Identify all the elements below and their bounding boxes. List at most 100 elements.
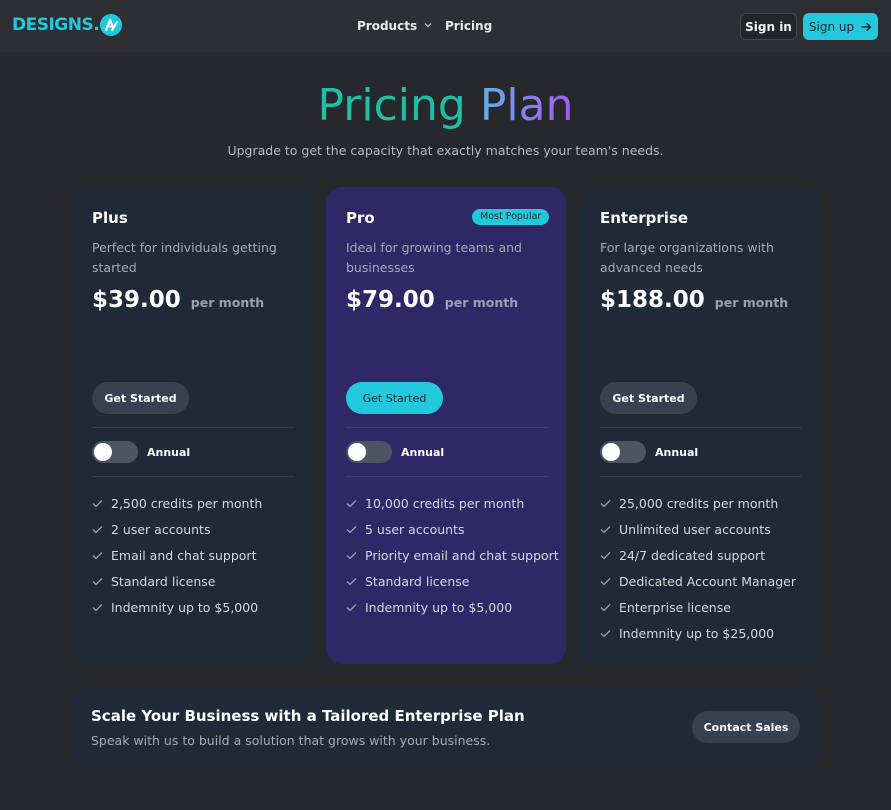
feature-item: 2 user accounts — [92, 522, 262, 548]
plan-name: Pro — [346, 209, 375, 227]
feature-text: Standard license — [365, 574, 470, 589]
toggle-knob — [94, 443, 112, 461]
check-icon — [346, 578, 357, 586]
feature-item: 10,000 credits per month — [346, 496, 559, 522]
title-word-1: Pricing — [317, 80, 466, 131]
price-value: $39.00 — [92, 287, 181, 313]
contact-sales-button[interactable]: Contact Sales — [692, 711, 800, 743]
plan-description: Ideal for growing teams and businesses — [346, 240, 522, 275]
feature-item: 5 user accounts — [346, 522, 559, 548]
feature-item: 25,000 credits per month — [600, 496, 796, 522]
feature-item: Standard license — [346, 574, 559, 600]
page-subtitle: Upgrade to get the capacity that exactly… — [227, 143, 664, 158]
check-icon — [346, 500, 357, 508]
annual-toggle[interactable] — [92, 441, 138, 463]
check-icon — [92, 526, 103, 534]
feature-text: 10,000 credits per month — [365, 496, 525, 511]
check-icon — [346, 604, 357, 612]
get-started-button[interactable]: Get Started — [600, 382, 697, 414]
check-icon — [600, 500, 611, 508]
feature-item: Unlimited user accounts — [600, 522, 796, 548]
annual-toggle[interactable] — [600, 441, 646, 463]
feature-item: Standard license — [92, 574, 262, 600]
feature-text: Unlimited user accounts — [619, 522, 771, 537]
check-icon — [92, 500, 103, 508]
plan-price: $39.00 per month — [92, 287, 264, 313]
feature-text: 2,500 credits per month — [111, 496, 263, 511]
plan-card-plus: Plus Perfect for individuals getting sta… — [72, 187, 312, 664]
cta-subtitle: Speak with us to build a solution that g… — [91, 733, 491, 748]
feature-text: Indemnity up to $25,000 — [619, 626, 775, 641]
feature-text: Enterprise license — [619, 600, 731, 615]
nav-pricing[interactable]: Pricing — [445, 19, 492, 33]
feature-list: 2,500 credits per month 2 user accounts … — [92, 496, 262, 626]
divider — [346, 427, 548, 428]
most-popular-badge: Most Popular — [472, 209, 550, 225]
check-icon — [346, 526, 357, 534]
plan-card-pro: Pro Most Popular Ideal for growing teams… — [326, 187, 566, 664]
chevron-down-icon — [424, 23, 432, 28]
divider — [92, 476, 294, 477]
feature-list: 10,000 credits per month 5 user accounts… — [346, 496, 559, 626]
feature-item: Dedicated Account Manager — [600, 574, 796, 600]
logo[interactable]: DESIGNS. — [12, 14, 123, 36]
check-icon — [600, 630, 611, 638]
feature-text: 25,000 credits per month — [619, 496, 779, 511]
plan-price: $188.00 per month — [600, 287, 788, 313]
annual-toggle[interactable] — [346, 441, 392, 463]
feature-item: Indemnity up to $25,000 — [600, 626, 796, 652]
feature-text: 2 user accounts — [111, 522, 211, 537]
annual-toggle-label: Annual — [655, 446, 699, 459]
nav-products-label: Products — [357, 19, 418, 33]
nav-pricing-label: Pricing — [445, 19, 493, 33]
plan-name: Enterprise — [600, 209, 689, 227]
arrow-right-icon — [861, 22, 872, 31]
feature-item: 24/7 dedicated support — [600, 548, 796, 574]
page-title: Pricing Plan — [0, 78, 891, 134]
check-icon — [346, 552, 357, 560]
logo-mark-icon — [100, 14, 123, 36]
check-icon — [600, 578, 611, 586]
price-value: $188.00 — [600, 287, 705, 313]
sign-up-button[interactable]: Sign up — [803, 13, 878, 40]
sign-in-button[interactable]: Sign in — [740, 13, 797, 40]
check-icon — [92, 604, 103, 612]
get-started-button[interactable]: Get Started — [92, 382, 189, 414]
feature-text: 24/7 dedicated support — [619, 548, 766, 563]
feature-item: Indemnity up to $5,000 — [346, 600, 559, 626]
feature-text: Standard license — [111, 574, 216, 589]
feature-item: Priority email and chat support — [346, 548, 559, 574]
price-value: $79.00 — [346, 287, 435, 313]
cta-title: Scale Your Business with a Tailored Ente… — [91, 707, 525, 725]
logo-text: DESIGNS. — [12, 15, 100, 35]
get-started-button[interactable]: Get Started — [346, 382, 443, 414]
sign-up-label: Sign up — [808, 19, 855, 34]
feature-text: Indemnity up to $5,000 — [111, 600, 259, 615]
feature-item: Email and chat support — [92, 548, 262, 574]
annual-toggle-label: Annual — [401, 446, 445, 459]
feature-text: Dedicated Account Manager — [619, 574, 796, 589]
plan-price: $79.00 per month — [346, 287, 518, 313]
feature-text: Priority email and chat support — [365, 548, 559, 563]
feature-text: 5 user accounts — [365, 522, 465, 537]
annual-toggle-label: Annual — [147, 446, 191, 459]
price-period: per month — [714, 295, 789, 310]
plan-card-enterprise: Enterprise For large organizations with … — [580, 187, 820, 664]
divider — [92, 427, 294, 428]
check-icon — [600, 526, 611, 534]
nav-products[interactable]: Products — [357, 19, 432, 33]
plan-name: Plus — [92, 209, 128, 227]
plan-description: Perfect for individuals getting started — [92, 240, 277, 275]
toggle-knob — [602, 443, 620, 461]
price-period: per month — [190, 295, 265, 310]
feature-list: 25,000 credits per month Unlimited user … — [600, 496, 796, 652]
check-icon — [600, 604, 611, 612]
feature-text: Email and chat support — [111, 548, 257, 563]
title-word-2: Plan — [479, 80, 574, 131]
divider — [600, 427, 802, 428]
check-icon — [600, 552, 611, 560]
check-icon — [92, 578, 103, 586]
toggle-knob — [348, 443, 366, 461]
feature-text: Indemnity up to $5,000 — [365, 600, 513, 615]
feature-item: Enterprise license — [600, 600, 796, 626]
